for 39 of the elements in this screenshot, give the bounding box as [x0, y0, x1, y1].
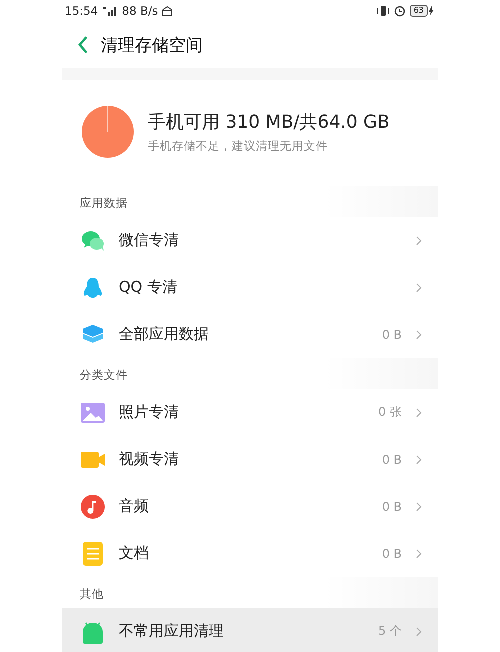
storage-warning: 手机存储不足，建议清理无用文件 — [148, 139, 329, 154]
item-value: 0 B — [382, 546, 402, 560]
chevron-right-icon — [416, 548, 422, 558]
list-item[interactable]: 全部应用数据 0 B — [62, 311, 438, 358]
chevron-right-icon — [416, 236, 422, 246]
signal-icon — [102, 6, 118, 16]
list-item[interactable]: 音频 0 B — [62, 483, 438, 530]
storage-pie-chart — [82, 106, 134, 158]
music-note-icon — [81, 494, 105, 518]
penguin-icon — [81, 276, 105, 300]
storage-summary: 手机可用 310 MB/共64.0 GB — [148, 111, 390, 134]
list-item[interactable]: 视频专清 0 B — [62, 436, 438, 483]
list-item[interactable]: 照片专清 0 张 — [62, 389, 438, 436]
item-value: 0 B — [382, 328, 402, 342]
back-button[interactable] — [77, 36, 89, 54]
list-item[interactable]: 不常用应用清理 5 个 — [62, 608, 438, 652]
vibrate-icon — [376, 5, 390, 17]
chevron-right-icon — [416, 330, 422, 340]
list-item[interactable]: 微信专清 — [62, 217, 438, 264]
image-icon — [81, 400, 105, 424]
chevron-right-icon — [416, 408, 422, 418]
chevron-right-icon — [416, 454, 422, 464]
clock: 15:54 — [65, 4, 98, 18]
chevron-right-icon — [416, 282, 422, 292]
hd-icon — [162, 6, 174, 16]
item-value: 0 B — [382, 452, 402, 466]
network-speed: 88 B/s — [122, 4, 158, 18]
chevron-right-icon — [416, 502, 422, 512]
item-value: 0 B — [382, 500, 402, 514]
item-value: 5 个 — [378, 623, 402, 640]
chat-bubbles-icon — [81, 228, 105, 252]
list-item[interactable]: 文档 0 B — [62, 530, 438, 577]
list-item[interactable]: QQ 专清 — [62, 264, 438, 311]
document-icon — [81, 542, 105, 566]
page-title: 清理存储空间 — [101, 34, 203, 56]
chevron-right-icon — [416, 626, 422, 636]
battery-level: 63 — [410, 5, 428, 17]
item-value: 0 张 — [378, 404, 402, 421]
alarm-icon — [394, 5, 406, 17]
